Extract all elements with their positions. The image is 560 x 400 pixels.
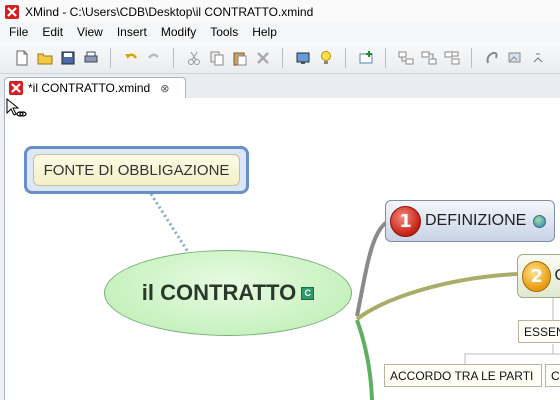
- presentation-icon[interactable]: [294, 49, 312, 67]
- editor-tab-strip: *il CONTRATTO.xmind ⊗: [0, 74, 560, 98]
- priority-2-icon: 2: [522, 260, 552, 292]
- branch-to-topic2: [355, 272, 518, 321]
- undo-icon[interactable]: [122, 49, 140, 67]
- menu-modify[interactable]: Modify: [154, 23, 203, 42]
- tab-label: *il CONTRATTO.xmind: [28, 81, 151, 95]
- relationship-icon[interactable]: [483, 49, 501, 67]
- print-icon[interactable]: [82, 49, 100, 67]
- copy-icon[interactable]: [208, 49, 226, 67]
- link-cursor-icon: [6, 98, 27, 117]
- idea-icon[interactable]: [317, 49, 335, 67]
- topic-label: C: [554, 267, 560, 285]
- subtopic-ca[interactable]: CA: [545, 364, 560, 387]
- branch-to-definizione: [355, 220, 389, 317]
- xmind-app-icon: [5, 4, 19, 19]
- toolbar-separator: [110, 47, 111, 68]
- toolbar-separator: [345, 47, 346, 68]
- toolbar-separator: [385, 47, 386, 68]
- title-bar: XMind - C:\Users\CDB\Desktop\il CONTRATT…: [0, 0, 560, 23]
- cut-icon[interactable]: [185, 49, 203, 67]
- menu-insert[interactable]: Insert: [110, 23, 154, 42]
- menu-edit[interactable]: Edit: [35, 23, 70, 42]
- floating-topic-label: FONTE DI OBBLIGAZIONE: [33, 154, 240, 186]
- sub-connector: [464, 344, 554, 364]
- toolbar-separator: [173, 47, 174, 68]
- image-icon[interactable]: [529, 49, 547, 67]
- subtopic-essen[interactable]: ESSEN: [518, 320, 560, 343]
- toolbar-separator: [471, 47, 472, 68]
- central-topic[interactable]: il CONTRATTO C: [104, 250, 352, 336]
- tab-il-contratto[interactable]: *il CONTRATTO.xmind ⊗: [4, 77, 186, 98]
- parent-topic-icon[interactable]: [420, 49, 438, 67]
- central-topic-label: il CONTRATTO: [141, 280, 297, 305]
- close-icon[interactable]: ⊗: [160, 82, 169, 95]
- paste-icon[interactable]: [231, 49, 249, 67]
- new-file-icon[interactable]: [13, 49, 31, 67]
- globe-icon: [533, 214, 547, 228]
- menu-tools[interactable]: Tools: [203, 23, 245, 42]
- toolbar-separator: [282, 47, 283, 68]
- menu-view[interactable]: View: [70, 23, 110, 42]
- delete-icon[interactable]: [254, 49, 272, 67]
- window-title: XMind - C:\Users\CDB\Desktop\il CONTRATT…: [25, 4, 314, 19]
- floating-topic-fonte-di-obbligazione[interactable]: FONTE DI OBBLIGAZIONE: [24, 146, 249, 194]
- menu-file[interactable]: File: [2, 23, 35, 42]
- topic-definizione[interactable]: 1 DEFINIZIONE: [385, 200, 555, 242]
- attachment-icon[interactable]: [506, 49, 524, 67]
- menu-help[interactable]: Help: [245, 23, 284, 42]
- menu-bar: File Edit View Insert Modify Tools Help: [0, 23, 560, 42]
- redo-icon[interactable]: [145, 49, 163, 67]
- open-folder-icon[interactable]: [36, 49, 54, 67]
- mind-map-canvas[interactable]: FONTE DI OBBLIGAZIONE il CONTRATTO C 1 D…: [4, 98, 560, 400]
- subtopic-accordo-tra-le-parti[interactable]: ACCORDO TRA LE PARTI: [384, 364, 542, 387]
- floating-topic-icon[interactable]: [443, 49, 461, 67]
- topic-2[interactable]: 2 C: [517, 254, 560, 298]
- priority-1-icon: 1: [390, 205, 421, 237]
- save-icon[interactable]: [59, 49, 77, 67]
- c-marker-icon: C: [301, 286, 315, 300]
- subtopic-icon[interactable]: [397, 49, 415, 67]
- insert-topic-icon[interactable]: [357, 49, 375, 67]
- branch-lines: [149, 193, 560, 400]
- xmind-file-icon: [9, 81, 23, 95]
- branch-down: [355, 319, 374, 400]
- topic-label: DEFINIZIONE: [425, 212, 527, 229]
- toolbar: [0, 42, 560, 74]
